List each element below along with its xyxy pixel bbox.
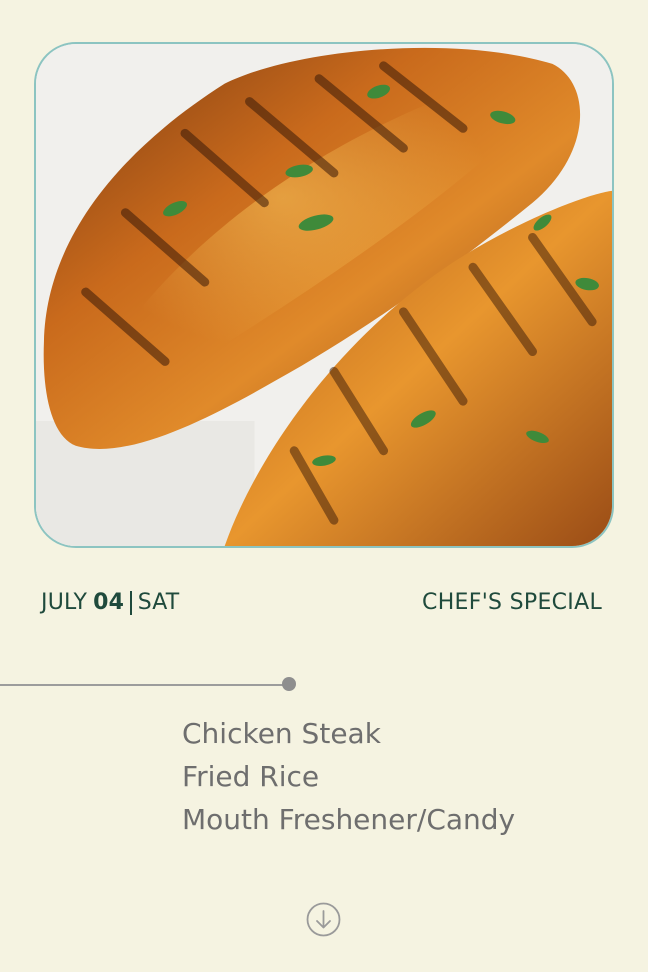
menu-date: JULY 04 SAT <box>41 590 179 615</box>
menu-item: Chicken Steak <box>182 717 381 750</box>
divider-line <box>0 684 286 686</box>
date-day: 04 <box>93 590 125 615</box>
menu-item: Fried Rice <box>182 760 320 793</box>
menu-item: Mouth Freshener/Candy <box>182 803 516 836</box>
dish-photo <box>34 42 614 548</box>
date-separator <box>130 590 132 615</box>
date-month: JULY <box>41 590 88 615</box>
arrow-down-circle-icon[interactable] <box>306 902 341 937</box>
chefs-special-label: CHEF'S SPECIAL <box>422 590 602 615</box>
divider-dot <box>282 677 296 691</box>
menu-info-row: JULY 04 SAT CHEF'S SPECIAL <box>41 590 602 622</box>
date-weekday: SAT <box>137 590 180 615</box>
menu-items-list: Chicken Steak Fried Rice Mouth Freshener… <box>182 712 515 841</box>
